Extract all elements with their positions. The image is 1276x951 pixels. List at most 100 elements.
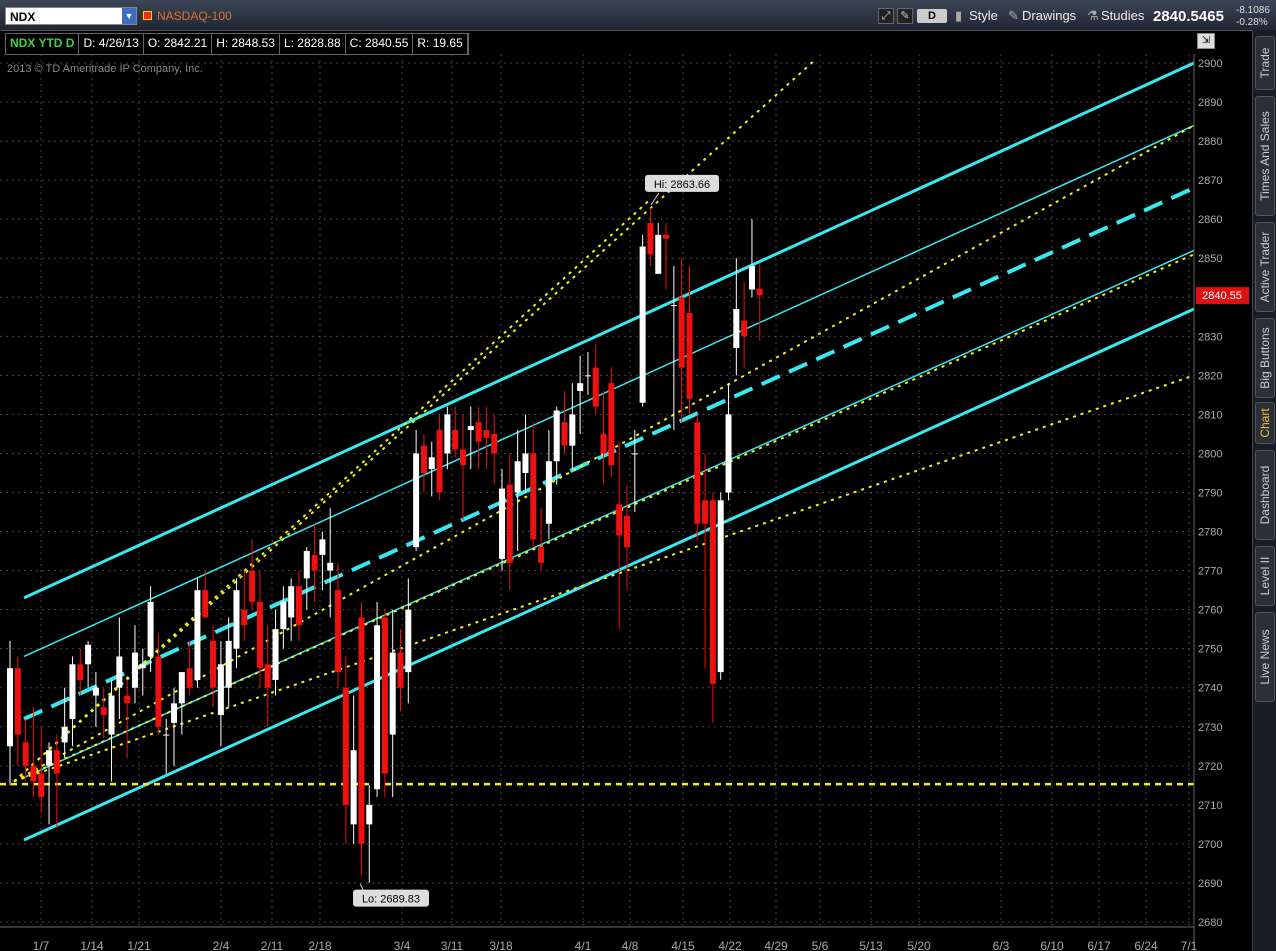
change-absolute: -8.1086 [1236, 5, 1270, 16]
candle-body [327, 562, 334, 571]
price-chart[interactable]: 2680 2690 2700 2710 2720 2730 2740 2750 2760 2770… [0, 54, 1252, 951]
x-tick-label: 5/6 [812, 939, 829, 951]
y-tick-label: 2760 [1198, 605, 1222, 617]
candle-body [577, 383, 584, 391]
candle-body [561, 422, 568, 446]
candle-body [475, 422, 482, 442]
y-tick-label: 2810 [1198, 409, 1222, 421]
candle-body [545, 461, 552, 524]
candle-body [7, 668, 13, 747]
candle-body [499, 488, 506, 559]
tab-trade[interactable]: Trade [1255, 36, 1275, 90]
drawings-button[interactable]: ✎ Drawings [1008, 8, 1076, 24]
candle-body [256, 601, 263, 669]
candle-body [631, 453, 638, 455]
candle-body [491, 433, 498, 454]
aggregation-button[interactable]: D [917, 9, 947, 23]
candle-body [155, 656, 162, 727]
candle-body [366, 804, 373, 825]
tab-big-buttons[interactable]: Big Buttons [1255, 318, 1275, 398]
candle-body [131, 652, 138, 688]
y-tick-label: 2680 [1198, 917, 1222, 929]
chart-axes: 2680 2690 2700 2710 2720 2730 2740 2750 2760 2770… [0, 54, 1252, 951]
wrench-icon[interactable]: ✎ [897, 8, 913, 24]
info-symbol-period[interactable]: NDX YTD D [6, 34, 80, 54]
candle-body [241, 609, 248, 626]
candle-body [30, 765, 37, 782]
tab-dashboard[interactable]: Dashboard [1255, 450, 1275, 540]
style-tool-icon[interactable]: ⤢ [878, 8, 894, 24]
x-tick-label: 3/18 [489, 939, 513, 951]
y-tick-label: 2790 [1198, 488, 1222, 500]
side-tab-bar: Trade Times And Sales Active Trader Big But… [1252, 30, 1276, 951]
candle-body [600, 433, 607, 454]
candle-body [233, 590, 240, 649]
x-tick-label: 7/1 [1181, 939, 1198, 951]
candle-body [616, 504, 623, 536]
candle-body [374, 625, 381, 790]
candle-body [678, 297, 685, 368]
candle-body [116, 656, 123, 688]
candle-body [709, 500, 716, 684]
hi-label: Hi: 2863.66 [654, 179, 710, 191]
candle-body [467, 426, 474, 431]
candle-body [514, 461, 521, 493]
candle-icon: ▮ [955, 8, 963, 23]
candle-body [178, 672, 185, 704]
candle-body [147, 601, 154, 657]
tab-label: Big Buttons [1258, 327, 1272, 389]
x-tick-label: 1/21 [127, 939, 151, 951]
y-tick-label: 2850 [1198, 253, 1222, 265]
last-price-label: 2840.55 [1202, 290, 1242, 302]
y-tick-label: 2730 [1198, 722, 1222, 734]
candle-body [22, 742, 29, 766]
channel-upper-line [23, 61, 1195, 600]
candle-body [249, 570, 256, 602]
copyright-text: 2013 © TD Ameritrade IP Company, Inc. [7, 63, 203, 75]
candle-body [264, 664, 271, 688]
candle-body [85, 644, 92, 665]
candle-body [748, 266, 755, 290]
tab-live-news[interactable]: Live News [1255, 612, 1275, 702]
candle-body [452, 430, 459, 450]
candle-body [756, 288, 763, 296]
candle-body [639, 246, 646, 403]
candle-body [202, 590, 209, 618]
candle-body [280, 601, 287, 630]
candle-body [522, 453, 529, 473]
candle-body [530, 453, 537, 540]
y-tick-label: 2890 [1198, 97, 1222, 109]
candle-body [100, 707, 107, 716]
trend-channels [0, 58, 1195, 842]
candle-body [92, 687, 99, 696]
candle-body [288, 586, 295, 618]
candle-body [77, 664, 84, 680]
x-tick-label: 1/7 [33, 939, 50, 951]
tab-chart[interactable]: Chart [1255, 402, 1275, 444]
candle-body [647, 223, 654, 255]
candle-body [663, 234, 670, 239]
candle-body [436, 430, 443, 493]
tab-label: Level II [1258, 556, 1272, 596]
studies-button[interactable]: ⚗ Studies [1087, 8, 1144, 24]
x-tick-label: 4/22 [718, 939, 742, 951]
symbol-input[interactable]: NDX ▼ [5, 7, 137, 25]
candle-body [295, 586, 302, 626]
candle-body [483, 430, 490, 438]
info-date: D: 4/26/13 [79, 34, 144, 54]
y-tick-label: 2690 [1198, 878, 1222, 890]
tab-level-ii[interactable]: Level II [1255, 546, 1275, 606]
y-tick-label: 2710 [1198, 800, 1222, 812]
y-tick-label: 2800 [1198, 448, 1222, 460]
fan-line-5 [13, 198, 651, 783]
tab-active-trader[interactable]: Active Trader [1255, 222, 1275, 312]
chart-settings-icon[interactable]: ⇲ [1197, 33, 1215, 49]
y-tick-label: 2860 [1198, 214, 1222, 226]
candle-body [210, 640, 217, 688]
x-tick-label: 6/17 [1087, 939, 1111, 951]
candle-body [194, 590, 201, 680]
tab-times-and-sales[interactable]: Times And Sales [1255, 96, 1275, 216]
style-button[interactable]: ▮ Style [955, 8, 998, 24]
x-tick-label: 4/15 [671, 939, 695, 951]
symbol-dropdown-icon[interactable]: ▼ [122, 8, 136, 24]
